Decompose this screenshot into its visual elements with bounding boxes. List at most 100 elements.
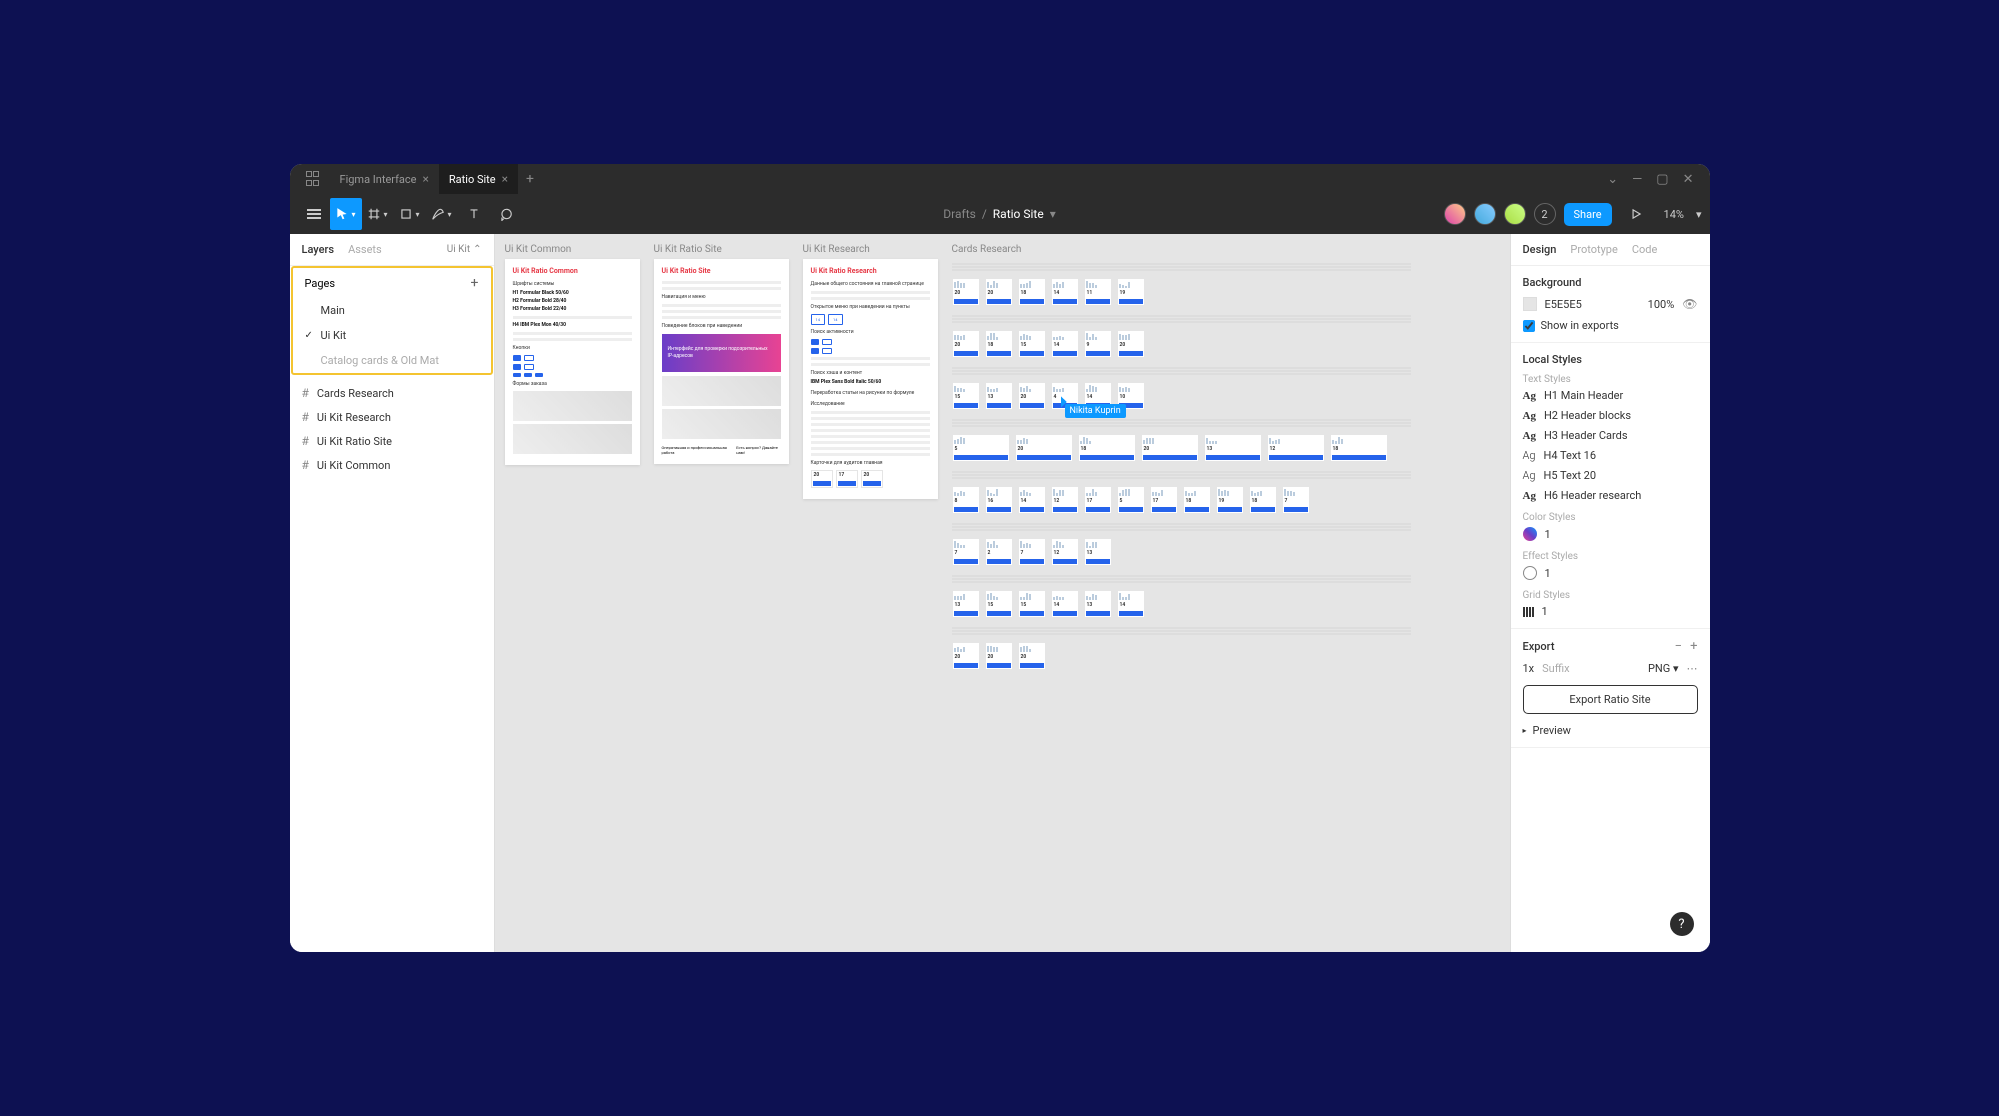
research-card[interactable]: 5	[1117, 486, 1145, 514]
file-tab-active[interactable]: Ratio Site ×	[439, 164, 518, 194]
zoom-level[interactable]: 14%	[1664, 208, 1684, 221]
close-icon[interactable]: ×	[502, 172, 508, 186]
frame-item[interactable]: #Cards Research	[290, 381, 494, 405]
research-card[interactable]: 19	[1216, 486, 1244, 514]
research-card[interactable]: 14	[1051, 330, 1079, 358]
home-icon[interactable]	[306, 171, 322, 187]
color-swatch[interactable]	[1523, 297, 1537, 311]
research-card[interactable]: 13	[1204, 434, 1262, 462]
research-card[interactable]: 13	[952, 590, 980, 618]
export-button[interactable]: Export Ratio Site	[1523, 685, 1698, 714]
research-card[interactable]: 7	[1282, 486, 1310, 514]
pen-tool[interactable]: ▾	[426, 198, 458, 230]
research-card[interactable]: 17	[1084, 486, 1112, 514]
page-item-main[interactable]: Main	[293, 298, 491, 323]
research-card[interactable]: 17	[1150, 486, 1178, 514]
research-card[interactable]: 18	[1330, 434, 1388, 462]
text-tool[interactable]	[458, 198, 490, 230]
research-card[interactable]: 20	[1141, 434, 1199, 462]
research-card[interactable]: 7	[952, 538, 980, 566]
export-suffix-input[interactable]: Suffix	[1542, 662, 1569, 675]
research-card[interactable]: 13	[1084, 538, 1112, 566]
research-card[interactable]: 18	[1249, 486, 1277, 514]
research-card[interactable]: 11	[1084, 278, 1112, 306]
export-options-button[interactable]: ⋯	[1687, 662, 1698, 675]
comment-tool[interactable]	[490, 198, 522, 230]
tab-layers[interactable]: Layers	[302, 243, 335, 256]
avatar[interactable]	[1504, 203, 1526, 225]
research-card[interactable]: 15	[1018, 590, 1046, 618]
add-page-button[interactable]: +	[471, 275, 479, 291]
artboard-research[interactable]: Ui Kit Ratio Research Данные общего сост…	[803, 259, 938, 499]
research-card[interactable]: 15	[985, 590, 1013, 618]
page-item-uikit[interactable]: Ui Kit	[293, 323, 491, 348]
avatar[interactable]	[1474, 203, 1496, 225]
research-card[interactable]: 12	[1267, 434, 1325, 462]
move-tool[interactable]: ▾	[330, 198, 362, 230]
artboard-common[interactable]: Ui Kit Ratio Common Шрифты системы H1 Fo…	[505, 259, 640, 465]
text-style[interactable]: AgH5 Text 20	[1523, 469, 1698, 482]
help-button[interactable]: ?	[1670, 912, 1694, 936]
maximize-icon[interactable]: ▢	[1656, 172, 1668, 187]
research-card[interactable]: 5	[952, 434, 1010, 462]
share-button[interactable]: Share	[1564, 203, 1612, 226]
visibility-icon[interactable]: 👁	[1682, 297, 1697, 311]
research-card[interactable]: 2	[985, 538, 1013, 566]
research-card[interactable]: 15	[952, 382, 980, 410]
research-card[interactable]: 15	[1018, 330, 1046, 358]
avatar[interactable]	[1444, 203, 1466, 225]
research-card[interactable]: 14	[1051, 278, 1079, 306]
research-card[interactable]: 13	[985, 382, 1013, 410]
frame-item[interactable]: #Ui Kit Common	[290, 453, 494, 477]
minimize-icon[interactable]: —	[1632, 172, 1642, 187]
new-tab-button[interactable]: +	[518, 171, 542, 187]
frame-tool[interactable]: ▾	[362, 198, 394, 230]
file-tab[interactable]: Figma Interface ×	[330, 164, 439, 194]
tab-prototype[interactable]: Prototype	[1570, 243, 1617, 256]
tab-assets[interactable]: Assets	[348, 243, 382, 256]
research-card[interactable]: 16	[985, 486, 1013, 514]
research-card[interactable]: 8	[952, 486, 980, 514]
research-card[interactable]: 7	[1018, 538, 1046, 566]
bg-hex-input[interactable]: E5E5E5	[1545, 298, 1640, 311]
text-style[interactable]: AgH2 Header blocks	[1523, 409, 1698, 422]
chevron-down-icon[interactable]: ⌄	[1607, 172, 1618, 187]
research-card[interactable]: 20	[985, 642, 1013, 670]
main-menu-button[interactable]	[298, 198, 330, 230]
chevron-down-icon[interactable]: ▾	[1050, 207, 1056, 221]
close-window-icon[interactable]: ✕	[1683, 172, 1694, 187]
research-card[interactable]: 12	[1051, 538, 1079, 566]
tab-code[interactable]: Code	[1632, 243, 1657, 256]
text-style[interactable]: AgH3 Header Cards	[1523, 429, 1698, 442]
text-style[interactable]: AgH1 Main Header	[1523, 389, 1698, 402]
user-count-badge[interactable]: 2	[1534, 203, 1556, 225]
preview-toggle[interactable]: ▸ Preview	[1523, 724, 1698, 737]
show-in-exports-checkbox[interactable]: Show in exports	[1523, 319, 1698, 332]
research-card[interactable]: 19	[1117, 278, 1145, 306]
research-card[interactable]: 18	[1018, 278, 1046, 306]
add-export-button[interactable]: +	[1690, 639, 1697, 654]
research-card[interactable]: 9	[1084, 330, 1112, 358]
present-button[interactable]	[1620, 198, 1652, 230]
artboard-label[interactable]: Ui Kit Common	[505, 244, 640, 255]
research-card[interactable]: 18	[1183, 486, 1211, 514]
research-card[interactable]: 20	[1018, 642, 1046, 670]
text-style[interactable]: AgH6 Header research	[1523, 489, 1698, 502]
close-icon[interactable]: ×	[423, 172, 429, 186]
artboard-label[interactable]: Ui Kit Ratio Site	[654, 244, 789, 255]
research-card[interactable]: 20	[1117, 330, 1145, 358]
chevron-down-icon[interactable]: ▾	[1696, 208, 1702, 221]
artboard-label[interactable]: Ui Kit Research	[803, 244, 938, 255]
research-card[interactable]: 20	[1018, 382, 1046, 410]
research-card[interactable]: 20	[952, 642, 980, 670]
research-card[interactable]: 20	[952, 330, 980, 358]
page-item-catalog[interactable]: Catalog cards & Old Mat	[293, 348, 491, 373]
frame-item[interactable]: #Ui Kit Ratio Site	[290, 429, 494, 453]
artboard-ratiosite[interactable]: Ui Kit Ratio Site Навигация и меню Повед…	[654, 259, 789, 464]
research-card[interactable]: 14	[1018, 486, 1046, 514]
research-card[interactable]: 18	[985, 330, 1013, 358]
tab-design[interactable]: Design	[1523, 243, 1557, 256]
research-card[interactable]: 20	[985, 278, 1013, 306]
export-scale-input[interactable]: 1x	[1523, 662, 1535, 675]
remove-export-button[interactable]: −	[1675, 639, 1682, 654]
